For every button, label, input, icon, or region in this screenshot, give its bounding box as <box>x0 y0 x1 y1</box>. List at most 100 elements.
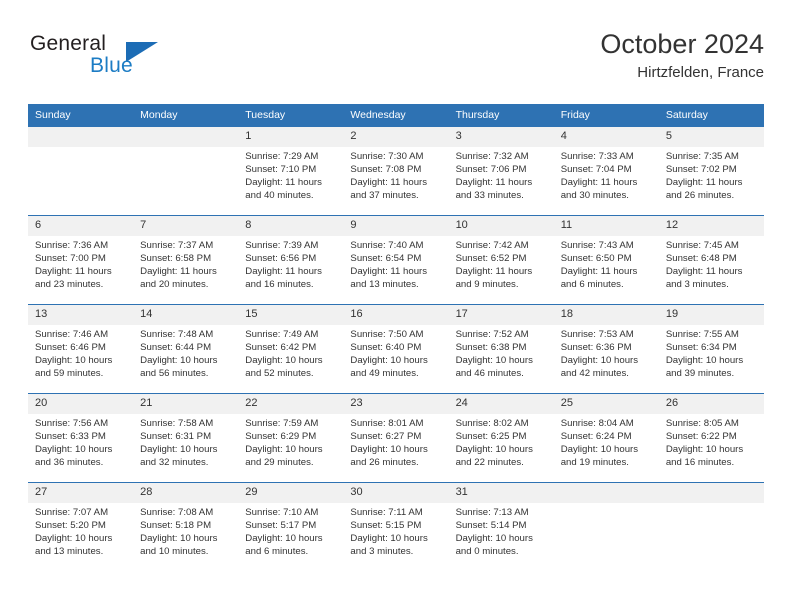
sunrise-text: Sunrise: 7:33 AM <box>560 151 634 162</box>
calendar-day-cell <box>658 482 764 571</box>
day-number: 15 <box>238 305 344 325</box>
calendar-day-cell[interactable]: 10 Sunrise: 7:42 AM Sunset: 6:52 PM Dayligh… <box>448 215 554 304</box>
calendar-day-cell[interactable]: 16 Sunrise: 7:50 AM Sunset: 6:40 PM Dayligh… <box>343 304 449 393</box>
day-number: 16 <box>343 305 449 325</box>
calendar-day-cell[interactable]: 22 Sunrise: 7:59 AM Sunset: 6:29 PM Dayligh… <box>238 393 344 482</box>
sunset-text: Sunset: 6:46 PM <box>35 341 106 353</box>
calendar-day-cell[interactable]: 14 Sunrise: 7:48 AM Sunset: 6:44 PM Dayligh… <box>133 304 239 393</box>
daylight-text: Daylight: 11 hours and 16 minutes. <box>245 265 322 290</box>
calendar-day-cell[interactable]: 1 Sunrise: 7:29 AM Sunset: 7:10 PM Daylight… <box>238 126 344 215</box>
sunrise-sunset-calendar: Sunday Monday Tuesday Wednesday Thursday… <box>28 104 764 571</box>
sunset-text: Sunset: 6:44 PM <box>140 341 212 353</box>
sunset-text: Sunset: 7:06 PM <box>455 163 527 175</box>
day-number: 1 <box>238 127 344 147</box>
sunrise-text: Sunrise: 7:46 AM <box>35 329 109 340</box>
day-number <box>553 483 659 503</box>
sunset-text: Sunset: 7:00 PM <box>35 252 106 264</box>
day-number: 3 <box>448 127 554 147</box>
sunset-text: Sunset: 6:52 PM <box>455 252 527 264</box>
day-details: Sunrise: 7:52 AM Sunset: 6:38 PM Daylight:… <box>449 325 554 381</box>
weekday-header-thursday: Thursday <box>448 104 554 126</box>
daylight-text: Daylight: 11 hours and 40 minutes. <box>245 176 322 201</box>
day-details: Sunrise: 7:42 AM Sunset: 6:52 PM Daylight:… <box>449 236 554 292</box>
sunset-text: Sunset: 6:50 PM <box>560 252 632 264</box>
daylight-text: Daylight: 11 hours and 33 minutes. <box>455 176 533 201</box>
calendar-day-cell[interactable]: 5 Sunrise: 7:35 AM Sunset: 7:02 PM Daylight… <box>658 126 764 215</box>
calendar-day-cell[interactable]: 21 Sunrise: 7:58 AM Sunset: 6:31 PM Dayligh… <box>133 393 239 482</box>
day-number: 2 <box>343 127 449 147</box>
day-number: 30 <box>343 483 449 503</box>
day-number: 24 <box>448 394 554 414</box>
daylight-text: Daylight: 10 hours and 52 minutes. <box>245 354 323 379</box>
daylight-text: Daylight: 11 hours and 30 minutes. <box>560 176 638 201</box>
day-details: Sunrise: 7:33 AM Sunset: 7:04 PM Daylight:… <box>554 147 659 203</box>
calendar-day-cell[interactable]: 12 Sunrise: 7:45 AM Sunset: 6:48 PM Dayligh… <box>658 215 764 304</box>
calendar-day-cell[interactable]: 8 Sunrise: 7:39 AM Sunset: 6:56 PM Daylight… <box>238 215 344 304</box>
calendar-day-cell[interactable]: 29 Sunrise: 7:10 AM Sunset: 5:17 PM Dayligh… <box>238 482 344 571</box>
calendar-day-cell <box>553 482 659 571</box>
day-details: Sunrise: 7:43 AM Sunset: 6:50 PM Daylight:… <box>554 236 659 292</box>
empty-day-cell <box>28 126 134 215</box>
calendar-header-row: Sunday Monday Tuesday Wednesday Thursday… <box>28 104 764 126</box>
sunset-text: Sunset: 5:14 PM <box>455 519 527 531</box>
calendar-day-cell[interactable]: 2 Sunrise: 7:30 AM Sunset: 7:08 PM Daylight… <box>343 126 449 215</box>
calendar-day-cell[interactable]: 4 Sunrise: 7:33 AM Sunset: 7:04 PM Daylight… <box>553 126 659 215</box>
brand-name-blue: Blue <box>90 54 133 77</box>
calendar-week-row: 1 Sunrise: 7:29 AM Sunset: 7:10 PM Daylight… <box>28 126 764 215</box>
sunrise-text: Sunrise: 7:35 AM <box>665 151 739 162</box>
daylight-text: Daylight: 10 hours and 46 minutes. <box>455 354 533 379</box>
general-blue-logo[interactable]: General Blue <box>28 32 168 88</box>
calendar-day-cell[interactable]: 20 Sunrise: 7:56 AM Sunset: 6:33 PM Dayligh… <box>28 393 134 482</box>
sunrise-text: Sunrise: 8:05 AM <box>665 418 739 429</box>
calendar-day-cell[interactable]: 26 Sunrise: 8:05 AM Sunset: 6:22 PM Dayligh… <box>658 393 764 482</box>
calendar-day-cell[interactable]: 25 Sunrise: 8:04 AM Sunset: 6:24 PM Dayligh… <box>553 393 659 482</box>
calendar-day-cell[interactable]: 23 Sunrise: 8:01 AM Sunset: 6:27 PM Dayligh… <box>343 393 449 482</box>
day-cell: 24 Sunrise: 8:02 AM Sunset: 6:25 PM Dayligh… <box>448 393 554 482</box>
day-details: Sunrise: 7:49 AM Sunset: 6:42 PM Daylight:… <box>238 325 343 381</box>
sunrise-text: Sunrise: 7:49 AM <box>245 329 319 340</box>
calendar-day-cell[interactable]: 11 Sunrise: 7:43 AM Sunset: 6:50 PM Dayligh… <box>553 215 659 304</box>
daylight-text: Daylight: 10 hours and 59 minutes. <box>35 354 113 379</box>
calendar-day-cell[interactable]: 31 Sunrise: 7:13 AM Sunset: 5:14 PM Dayligh… <box>448 482 554 571</box>
day-details: Sunrise: 7:39 AM Sunset: 6:56 PM Daylight:… <box>238 236 343 292</box>
calendar-day-cell[interactable]: 7 Sunrise: 7:37 AM Sunset: 6:58 PM Daylight… <box>133 215 239 304</box>
calendar-day-cell[interactable]: 19 Sunrise: 7:55 AM Sunset: 6:34 PM Dayligh… <box>658 304 764 393</box>
sunrise-text: Sunrise: 7:55 AM <box>665 329 739 340</box>
sunset-text: Sunset: 6:24 PM <box>560 430 632 442</box>
daylight-text: Daylight: 10 hours and 56 minutes. <box>140 354 218 379</box>
sunset-text: Sunset: 6:22 PM <box>665 430 737 442</box>
day-details: Sunrise: 7:35 AM Sunset: 7:02 PM Daylight:… <box>659 147 764 203</box>
day-number: 8 <box>238 216 344 236</box>
day-number: 6 <box>28 216 134 236</box>
calendar-day-cell[interactable]: 13 Sunrise: 7:46 AM Sunset: 6:46 PM Dayligh… <box>28 304 134 393</box>
sunrise-text: Sunrise: 7:48 AM <box>140 329 214 340</box>
empty-day-cell <box>133 126 239 215</box>
sunset-text: Sunset: 5:18 PM <box>140 519 212 531</box>
sunrise-text: Sunrise: 7:13 AM <box>455 507 529 518</box>
day-details: Sunrise: 7:10 AM Sunset: 5:17 PM Daylight:… <box>238 503 343 559</box>
day-details: Sunrise: 7:56 AM Sunset: 6:33 PM Daylight:… <box>28 414 133 470</box>
calendar-day-cell[interactable]: 15 Sunrise: 7:49 AM Sunset: 6:42 PM Dayligh… <box>238 304 344 393</box>
page-header: General Blue October 2024 Hirtzfelden, F… <box>28 28 764 90</box>
day-number: 13 <box>28 305 134 325</box>
calendar-day-cell[interactable]: 27 Sunrise: 7:07 AM Sunset: 5:20 PM Dayligh… <box>28 482 134 571</box>
day-number: 14 <box>133 305 239 325</box>
sunrise-text: Sunrise: 7:11 AM <box>350 507 423 518</box>
day-details: Sunrise: 7:55 AM Sunset: 6:34 PM Daylight:… <box>659 325 764 381</box>
day-number: 22 <box>238 394 344 414</box>
calendar-day-cell <box>133 126 239 215</box>
calendar-day-cell[interactable]: 24 Sunrise: 8:02 AM Sunset: 6:25 PM Dayligh… <box>448 393 554 482</box>
sunset-text: Sunset: 6:42 PM <box>245 341 317 353</box>
calendar-day-cell[interactable]: 17 Sunrise: 7:52 AM Sunset: 6:38 PM Dayligh… <box>448 304 554 393</box>
day-cell: 7 Sunrise: 7:37 AM Sunset: 6:58 PM Daylight… <box>133 215 239 304</box>
sunrise-text: Sunrise: 7:37 AM <box>140 240 214 251</box>
calendar-day-cell[interactable]: 3 Sunrise: 7:32 AM Sunset: 7:06 PM Daylight… <box>448 126 554 215</box>
calendar-day-cell[interactable]: 9 Sunrise: 7:40 AM Sunset: 6:54 PM Daylight… <box>343 215 449 304</box>
calendar-day-cell[interactable]: 6 Sunrise: 7:36 AM Sunset: 7:00 PM Daylight… <box>28 215 134 304</box>
day-number <box>658 483 764 503</box>
daylight-text: Daylight: 11 hours and 23 minutes. <box>35 265 112 290</box>
day-cell: 18 Sunrise: 7:53 AM Sunset: 6:36 PM Dayligh… <box>553 304 659 393</box>
calendar-day-cell[interactable]: 28 Sunrise: 7:08 AM Sunset: 5:18 PM Dayligh… <box>133 482 239 571</box>
calendar-day-cell[interactable]: 30 Sunrise: 7:11 AM Sunset: 5:15 PM Dayligh… <box>343 482 449 571</box>
calendar-day-cell[interactable]: 18 Sunrise: 7:53 AM Sunset: 6:36 PM Dayligh… <box>553 304 659 393</box>
